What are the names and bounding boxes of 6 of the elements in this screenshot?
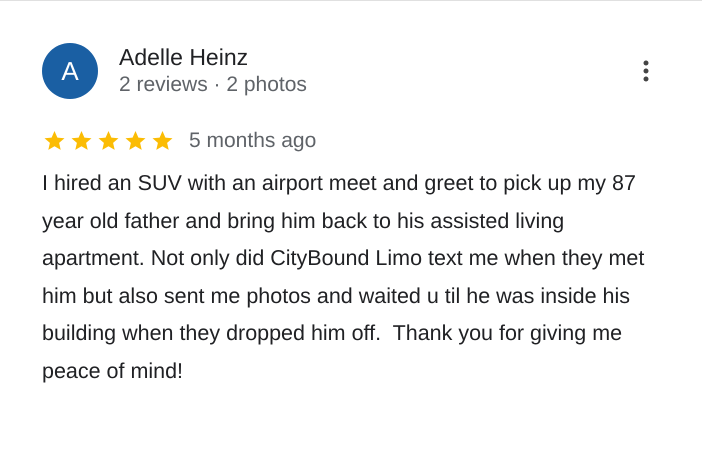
more-options-icon[interactable]	[642, 60, 650, 82]
review-text: I hired an SUV with an airport meet and greet to pick up my 87 year old father and bring him back to his assisted living apartment. Not only did CityBound Limo text me when they met him but also sent me photos and waited u til he was inside his building when they dropped him off. Thank you for giving me peace of mind!	[42, 170, 646, 384]
review-meta: 2 reviews · 2 photos	[119, 72, 308, 98]
author-name[interactable]: Adelle Heinz	[119, 43, 621, 71]
review-time: 5 months ago	[189, 129, 316, 153]
avatar[interactable]: A	[42, 43, 98, 99]
